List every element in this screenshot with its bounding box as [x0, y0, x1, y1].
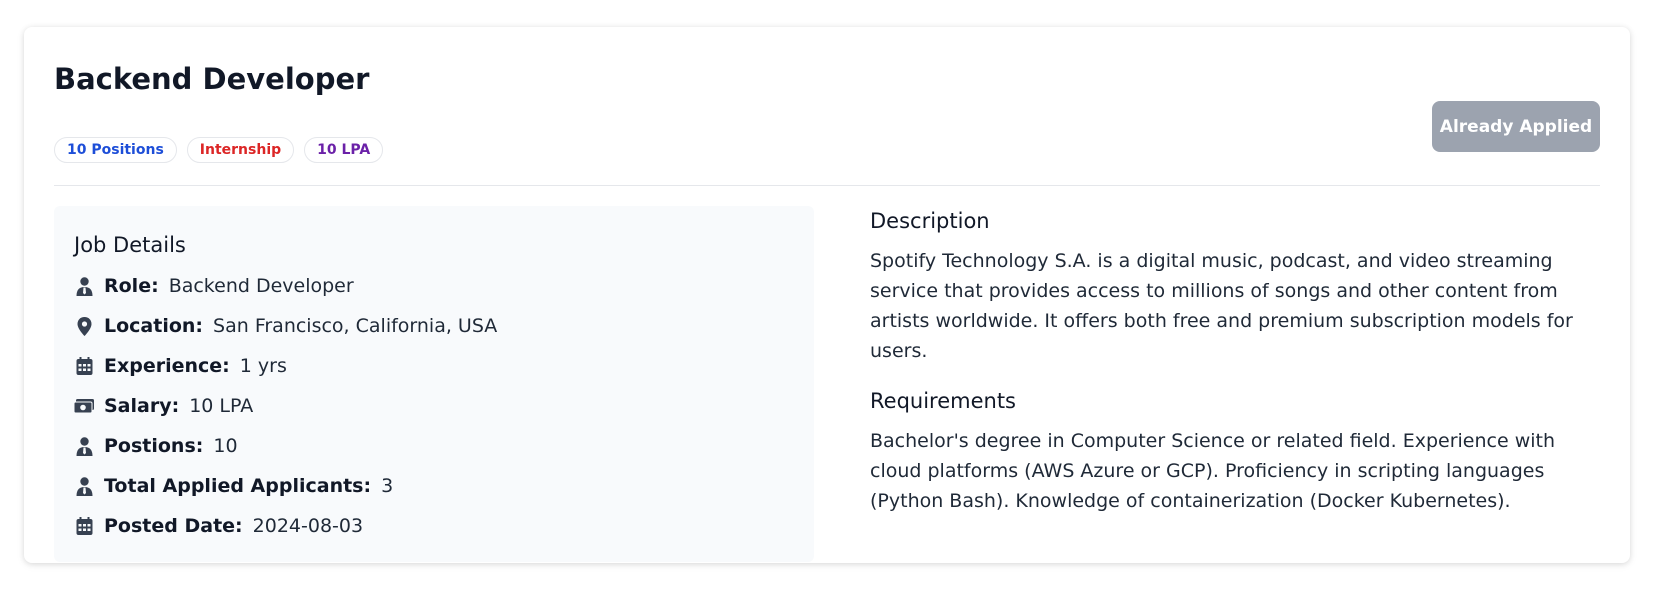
detail-row-experience: Experience: 1 yrs: [74, 346, 794, 386]
detail-value: 10: [213, 435, 238, 457]
job-details-list: Role: Backend Developer Location: San Fr…: [74, 266, 794, 546]
money-icon: [74, 396, 94, 416]
detail-value: 10 LPA: [189, 395, 254, 417]
detail-label: Location:: [104, 315, 204, 337]
job-header: Backend Developer 10 Positions Internshi…: [54, 59, 1600, 186]
salary-badge: 10 LPA: [304, 137, 384, 163]
positions-badge: 10 Positions: [54, 137, 177, 163]
detail-row-posted-date: Posted Date: 2024-08-03: [74, 506, 794, 546]
calendar-icon: [74, 356, 94, 376]
description-text: Spotify Technology S.A. is a digital mus…: [870, 250, 1573, 362]
detail-label: Postions:: [104, 435, 204, 457]
detail-label: Role:: [104, 275, 159, 297]
detail-row-applicants: Total Applied Applicants: 3: [74, 466, 794, 506]
detail-value: 2024-08-03: [252, 515, 364, 537]
job-card: Backend Developer 10 Positions Internshi…: [24, 27, 1630, 563]
detail-row-role: Role: Backend Developer: [74, 266, 794, 306]
detail-row-positions: Postions: 10: [74, 426, 794, 466]
detail-value: 3: [381, 475, 394, 497]
detail-label: Posted Date:: [104, 515, 243, 537]
detail-value: Backend Developer: [168, 275, 354, 297]
detail-value: San Francisco, California, USA: [213, 315, 498, 337]
detail-row-salary: Salary: 10 LPA: [74, 386, 794, 426]
user-tie-icon: [74, 276, 94, 296]
already-applied-button[interactable]: Already Applied: [1432, 101, 1600, 152]
requirements-heading: Requirements: [870, 389, 1016, 413]
job-details-heading: Job Details: [74, 233, 186, 257]
description-heading: Description: [870, 209, 990, 233]
detail-value: 1 yrs: [239, 355, 287, 377]
user-tie-icon: [74, 436, 94, 456]
job-type-badge: Internship: [186, 137, 295, 163]
detail-row-location: Location: San Francisco, California, USA: [74, 306, 794, 346]
job-description-section: Description Spotify Technology S.A. is a…: [870, 206, 1608, 516]
detail-label: Experience:: [104, 355, 230, 377]
job-badges: 10 Positions Internship 10 LPA: [54, 137, 384, 163]
user-tie-icon: [74, 476, 94, 496]
detail-label: Salary:: [104, 395, 180, 417]
requirements-text: Bachelor's degree in Computer Science or…: [870, 430, 1556, 512]
detail-label: Total Applied Applicants:: [104, 475, 372, 497]
job-title: Backend Developer: [54, 62, 370, 96]
location-pin-icon: [74, 316, 94, 336]
calendar-icon: [74, 516, 94, 536]
job-details-panel: Job Details Role: Backend Developer Loca…: [54, 206, 814, 562]
